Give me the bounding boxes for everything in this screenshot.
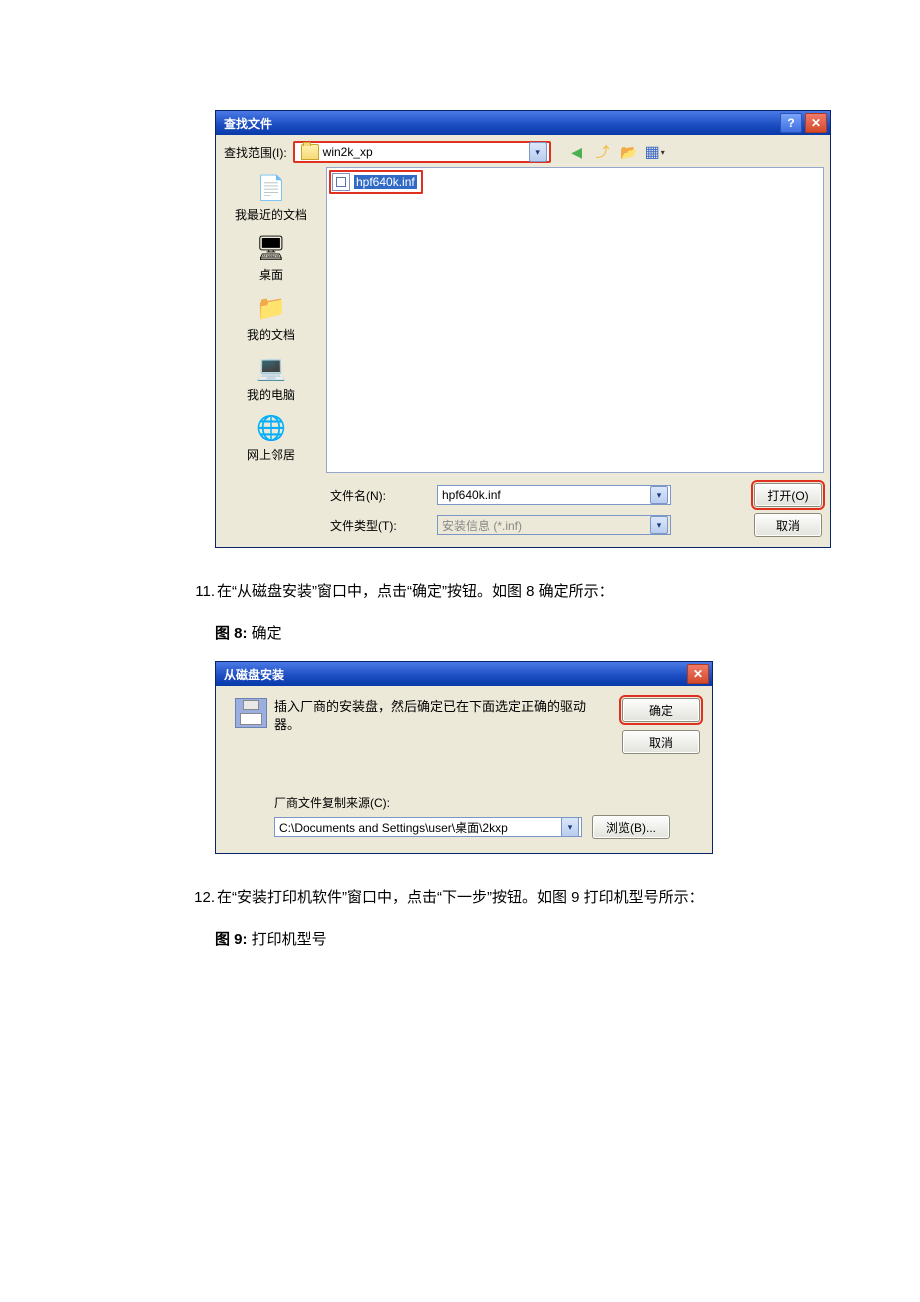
- step-text: 在“从磁盘安装”窗口中，点击“确定”按钮。如图 8 确定所示：: [217, 580, 920, 604]
- look-in-value: win2k_xp: [323, 145, 529, 159]
- step-number: 12.: [190, 886, 215, 910]
- step-text: 在“安装打印机软件”窗口中，点击“下一步”按钮。如图 9 打印机型号所示：: [217, 886, 920, 910]
- place-recent[interactable]: 📄 我最近的文档: [216, 169, 326, 227]
- find-file-dialog: 查找文件 ? ✕ 查找范围(I): win2k_xp ▾ ◀ ⤴ 📂 ▦▾ 📄: [215, 110, 831, 548]
- step-number: 11.: [190, 580, 215, 604]
- ok-button[interactable]: 确定: [622, 698, 700, 722]
- browse-button[interactable]: 浏览(B)...: [592, 815, 670, 839]
- file-name: hpf640k.inf: [354, 175, 417, 189]
- recent-docs-icon: 📄: [254, 171, 288, 205]
- place-desktop[interactable]: 🖥 桌面: [216, 229, 326, 287]
- chevron-down-icon[interactable]: ▾: [650, 516, 668, 534]
- titlebar[interactable]: 从磁盘安装 ✕: [216, 662, 712, 686]
- look-in-label: 查找范围(I):: [224, 144, 287, 161]
- chevron-down-icon[interactable]: ▾: [529, 142, 547, 162]
- place-documents[interactable]: 📁 我的文档: [216, 289, 326, 347]
- filetype-value: 安装信息 (*.inf): [442, 517, 650, 534]
- floppy-disk-icon: [235, 698, 267, 728]
- source-path-value: C:\Documents and Settings\user\桌面\2kxp: [279, 819, 561, 836]
- open-button[interactable]: 打开(O): [754, 483, 822, 507]
- chevron-down-icon[interactable]: ▾: [561, 817, 579, 837]
- help-icon[interactable]: ?: [780, 113, 802, 133]
- desktop-icon: 🖥: [254, 231, 288, 265]
- my-computer-icon: 💻: [254, 351, 288, 385]
- new-folder-icon[interactable]: 📂: [619, 142, 639, 162]
- close-icon[interactable]: ✕: [805, 113, 827, 133]
- step-11: 11. 在“从磁盘安装”窗口中，点击“确定”按钮。如图 8 确定所示：: [190, 580, 920, 604]
- look-in-combo[interactable]: win2k_xp ▾: [293, 141, 551, 163]
- dialog-title: 从磁盘安装: [224, 666, 284, 683]
- inf-file-icon: [332, 173, 350, 191]
- look-in-row: 查找范围(I): win2k_xp ▾ ◀ ⤴ 📂 ▦▾: [216, 135, 830, 167]
- places-bar: 📄 我最近的文档 🖥 桌面 📁 我的文档 💻 我的电脑 🌐 网上邻: [216, 167, 326, 473]
- cancel-button[interactable]: 取消: [754, 513, 822, 537]
- file-list[interactable]: hpf640k.inf: [326, 167, 824, 473]
- figure-8-caption: 图 8: 确定: [215, 622, 920, 643]
- filetype-combo[interactable]: 安装信息 (*.inf) ▾: [437, 515, 671, 535]
- close-icon[interactable]: ✕: [687, 664, 709, 684]
- figure-9-caption: 图 9: 打印机型号: [215, 928, 920, 949]
- cancel-button[interactable]: 取消: [622, 730, 700, 754]
- titlebar[interactable]: 查找文件 ? ✕: [216, 111, 830, 135]
- source-label: 厂商文件复制来源(C):: [274, 794, 700, 811]
- place-network[interactable]: 🌐 网上邻居: [216, 409, 326, 467]
- back-icon[interactable]: ◀: [567, 142, 587, 162]
- up-folder-icon[interactable]: ⤴: [593, 142, 613, 162]
- chevron-down-icon[interactable]: ▾: [650, 486, 668, 504]
- view-menu-icon[interactable]: ▦▾: [645, 142, 665, 162]
- source-path-combo[interactable]: C:\Documents and Settings\user\桌面\2kxp ▾: [274, 817, 582, 837]
- place-computer[interactable]: 💻 我的电脑: [216, 349, 326, 407]
- dialog-title: 查找文件: [224, 115, 272, 132]
- folder-icon: [301, 144, 319, 160]
- filename-label: 文件名(N):: [224, 487, 425, 504]
- filetype-label: 文件类型(T):: [224, 517, 425, 534]
- step-12: 12. 在“安装打印机软件”窗口中，点击“下一步”按钮。如图 9 打印机型号所示…: [190, 886, 920, 910]
- my-documents-icon: 📁: [254, 291, 288, 325]
- file-list-item-selected[interactable]: hpf640k.inf: [329, 170, 423, 194]
- install-from-disk-dialog: 从磁盘安装 ✕ 插入厂商的安装盘，然后确定已在下面选定正确的驱动器。 确定 取消…: [215, 661, 713, 854]
- filename-value: hpf640k.inf: [442, 488, 650, 502]
- filename-combo[interactable]: hpf640k.inf ▾: [437, 485, 671, 505]
- dialog-message: 插入厂商的安装盘，然后确定已在下面选定正确的驱动器。: [274, 698, 618, 754]
- network-places-icon: 🌐: [254, 411, 288, 445]
